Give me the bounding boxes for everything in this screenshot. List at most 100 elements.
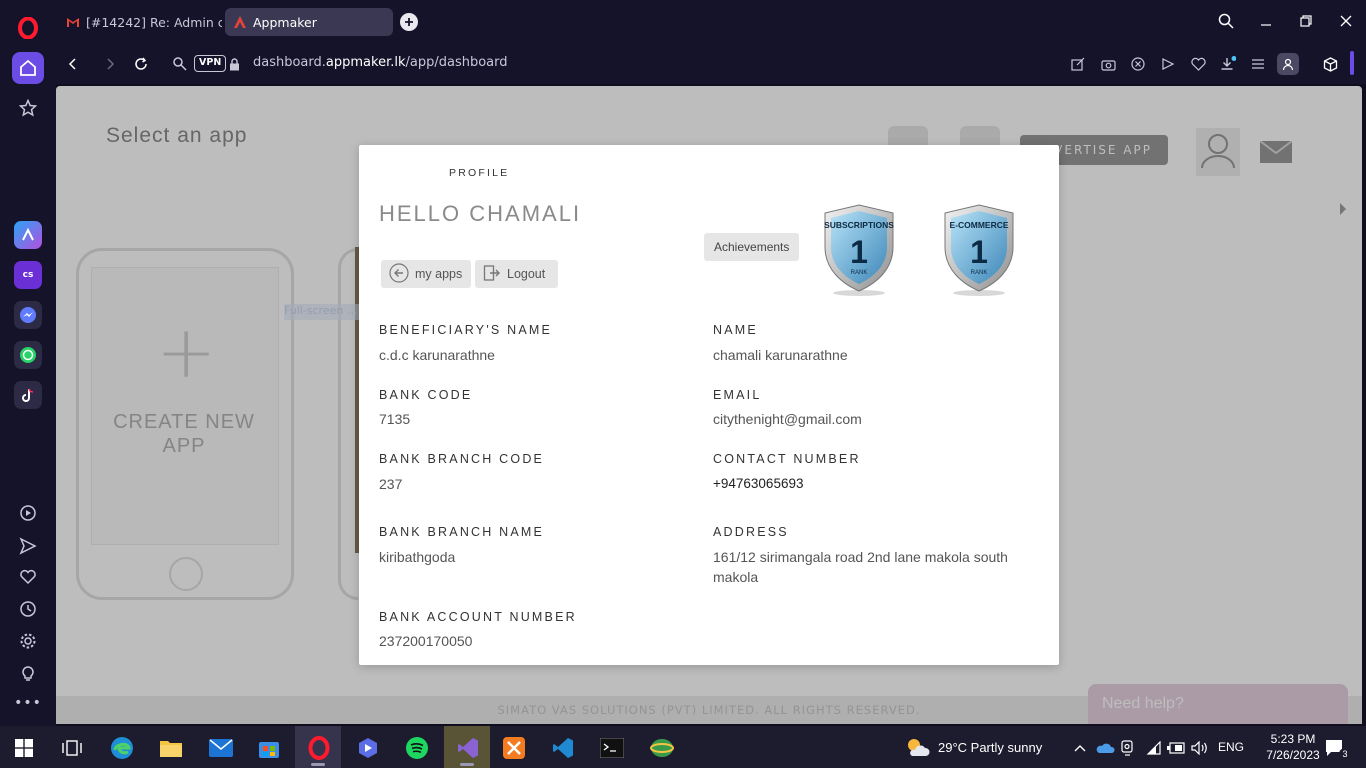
browser-sidebar: cs ••• bbox=[0, 0, 56, 726]
close-window-icon[interactable] bbox=[1334, 10, 1358, 32]
play-icon[interactable] bbox=[1157, 53, 1179, 75]
url-domain: appmaker.lk bbox=[325, 55, 406, 70]
bookmark-heart-icon[interactable] bbox=[1187, 53, 1209, 75]
opera-taskbar-active[interactable] bbox=[295, 726, 341, 768]
mail-app-icon[interactable] bbox=[207, 734, 235, 762]
restore-icon[interactable] bbox=[1294, 10, 1318, 32]
windows-taskbar: 29°C Partly sunny ENG 5:23 PM 7/26/2023 … bbox=[0, 726, 1366, 768]
my-apps-label: my apps bbox=[415, 267, 463, 281]
page-viewport: Select an app VERTISE APP + CREATE NEW A… bbox=[56, 86, 1362, 724]
profile-icon[interactable] bbox=[1277, 53, 1299, 75]
reload-icon[interactable] bbox=[130, 53, 152, 75]
svg-text:1: 1 bbox=[970, 234, 988, 270]
lightbulb-icon[interactable] bbox=[12, 657, 44, 689]
bank-code-value: 7135 bbox=[379, 411, 411, 427]
url-text[interactable]: dashboard.appmaker.lk/app/dashboard bbox=[253, 55, 508, 70]
easy-setup-icon[interactable] bbox=[1247, 53, 1269, 75]
xampp-icon[interactable] bbox=[500, 734, 528, 762]
store-icon[interactable] bbox=[255, 734, 283, 762]
battery-icon[interactable] bbox=[1165, 734, 1187, 762]
tab-gmail[interactable]: [#14242] Re: Admin comm bbox=[58, 8, 222, 36]
beneficiary-name-label: BENEFICIARY'S NAME bbox=[379, 323, 553, 337]
sidebar-toggle-bar[interactable] bbox=[1350, 51, 1354, 75]
opera-logo-icon[interactable] bbox=[14, 14, 42, 42]
name-label: NAME bbox=[713, 323, 758, 337]
achievements-button[interactable]: Achievements bbox=[704, 233, 800, 261]
email-value: citythenight@gmail.com bbox=[713, 411, 862, 427]
search-key-icon[interactable] bbox=[169, 53, 191, 75]
gmail-icon bbox=[66, 15, 80, 29]
bank-branch-code-label: BANK BRANCH CODE bbox=[379, 452, 545, 466]
date-text: 7/26/2023 bbox=[1266, 748, 1320, 762]
bank-code-label: BANK CODE bbox=[379, 388, 473, 402]
search-tabs-icon[interactable] bbox=[1214, 10, 1238, 32]
whatsapp-icon[interactable] bbox=[14, 341, 42, 369]
tab-appmaker[interactable]: Appmaker bbox=[225, 8, 393, 36]
svg-text:E-COMMERCE: E-COMMERCE bbox=[949, 220, 1008, 230]
time-text: 5:23 PM bbox=[1270, 732, 1316, 746]
address-bar: VPN dashboard.appmaker.lk/app/dashboard bbox=[56, 42, 1366, 84]
new-tab-plus-icon[interactable] bbox=[400, 13, 418, 31]
greeting: HELLO CHAMALI bbox=[379, 201, 582, 226]
forward-icon[interactable] bbox=[99, 53, 121, 75]
svg-text:1: 1 bbox=[850, 234, 868, 270]
active-indicator bbox=[311, 763, 325, 766]
adblock-icon[interactable] bbox=[1127, 53, 1149, 75]
modal-heading: PROFILE bbox=[449, 167, 510, 179]
camera-icon[interactable] bbox=[1097, 53, 1119, 75]
bank-account-number-value: 237200170050 bbox=[379, 633, 473, 649]
extensions-cube-icon[interactable] bbox=[1319, 53, 1341, 75]
vpn-badge[interactable]: VPN bbox=[194, 55, 227, 72]
aria-app-icon[interactable] bbox=[14, 221, 42, 249]
camera-tray-icon[interactable] bbox=[1118, 734, 1138, 762]
logout-button[interactable]: Logout bbox=[475, 260, 558, 288]
tiktok-icon[interactable] bbox=[14, 381, 42, 409]
spotify-icon[interactable] bbox=[403, 734, 431, 762]
visual-studio-icon bbox=[454, 734, 482, 762]
edit-share-icon[interactable] bbox=[1067, 53, 1089, 75]
vscode-icon[interactable] bbox=[549, 734, 577, 762]
language-indicator[interactable]: ENG bbox=[1218, 740, 1244, 754]
appmaker-icon bbox=[233, 15, 247, 29]
more-icon[interactable]: ••• bbox=[12, 687, 44, 719]
lock-icon[interactable] bbox=[223, 53, 245, 75]
opera-taskbar-icon bbox=[305, 734, 333, 762]
subscriptions-rank-shield-icon: SUBSCRIPTIONS 1 RANK bbox=[821, 203, 897, 297]
profile-modal: PROFILE HELLO CHAMALI my apps Logout Ach… bbox=[359, 145, 1059, 665]
task-view-icon[interactable] bbox=[58, 734, 86, 762]
minimize-icon[interactable] bbox=[1254, 10, 1278, 32]
edge-icon[interactable] bbox=[108, 734, 136, 762]
back-icon[interactable] bbox=[62, 53, 84, 75]
network-globe-icon[interactable] bbox=[648, 734, 676, 762]
wifi-icon[interactable] bbox=[1143, 734, 1165, 762]
weather-partly-sunny-icon[interactable] bbox=[902, 734, 932, 762]
windows-start-icon[interactable] bbox=[10, 734, 38, 762]
settings-gear-icon[interactable] bbox=[12, 625, 44, 657]
visual-studio-taskbar[interactable] bbox=[444, 726, 490, 768]
clipchamp-icon[interactable] bbox=[354, 734, 382, 762]
heart-icon[interactable] bbox=[12, 561, 44, 593]
my-apps-button[interactable]: my apps bbox=[381, 260, 471, 288]
cs-app-icon[interactable]: cs bbox=[14, 261, 42, 289]
address-label: ADDRESS bbox=[713, 525, 789, 539]
onedrive-icon[interactable] bbox=[1094, 734, 1116, 762]
downloads-icon[interactable] bbox=[1217, 53, 1239, 75]
address-value: 161/12 sirimangala road 2nd lane makola … bbox=[713, 549, 1008, 585]
chevron-up-icon[interactable] bbox=[1070, 734, 1090, 762]
svg-text:RANK: RANK bbox=[971, 270, 988, 276]
bank-account-number-label: BANK ACCOUNT NUMBER bbox=[379, 610, 577, 624]
star-icon[interactable] bbox=[12, 92, 44, 124]
home-icon[interactable] bbox=[12, 52, 44, 84]
messenger-icon[interactable] bbox=[14, 301, 42, 329]
history-icon[interactable] bbox=[12, 593, 44, 625]
volume-icon[interactable] bbox=[1189, 734, 1211, 762]
terminal-icon[interactable] bbox=[598, 734, 626, 762]
arrow-left-circle-icon bbox=[389, 262, 409, 286]
weather-text[interactable]: 29°C Partly sunny bbox=[938, 740, 1042, 755]
file-explorer-icon[interactable] bbox=[157, 734, 185, 762]
send-icon[interactable] bbox=[12, 530, 44, 562]
taskbar-clock[interactable]: 5:23 PM 7/26/2023 bbox=[1263, 731, 1323, 763]
svg-text:RANK: RANK bbox=[851, 270, 868, 276]
player-icon[interactable] bbox=[12, 497, 44, 529]
contact-number-label: CONTACT NUMBER bbox=[713, 452, 861, 466]
